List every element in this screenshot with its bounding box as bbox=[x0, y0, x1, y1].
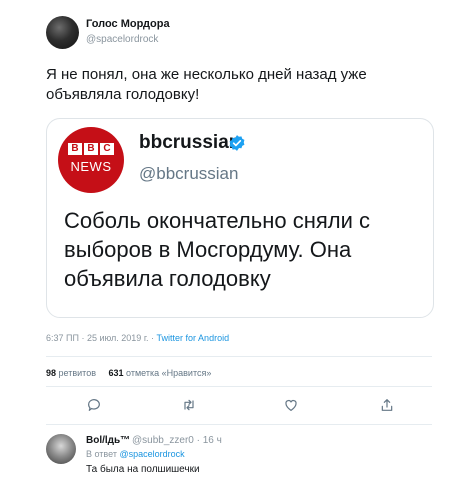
verified-badge-icon bbox=[229, 135, 245, 151]
reply-icon[interactable] bbox=[86, 397, 102, 413]
reply-prefix: В ответ bbox=[86, 449, 117, 459]
bbc-logo-letter: B bbox=[68, 143, 82, 155]
divider bbox=[46, 386, 432, 387]
reply-text: Та была на полшишечки bbox=[86, 464, 200, 475]
bbc-logo-letters: B B C bbox=[68, 143, 114, 155]
retweets-count[interactable]: 98 bbox=[46, 368, 56, 378]
share-icon[interactable] bbox=[379, 397, 395, 413]
reply-in-reply-to: В ответ @spacelordrock bbox=[86, 449, 185, 459]
bbc-logo-letter: B bbox=[84, 143, 98, 155]
meta-separator: · bbox=[151, 333, 155, 343]
quoted-author-handle[interactable]: @bbcrussian bbox=[139, 164, 238, 184]
likes-count[interactable]: 631 bbox=[109, 368, 124, 378]
quoted-tweet-text: Соболь окончательно сняли с выборов в Мо… bbox=[64, 208, 371, 291]
likes-label[interactable]: отметка «Нравится» bbox=[126, 368, 211, 378]
author-name[interactable]: Голос Мордора bbox=[86, 18, 170, 30]
tweet-timestamp[interactable]: 6:37 ПП · 25 июл. 2019 г. bbox=[46, 333, 149, 343]
divider bbox=[46, 356, 432, 357]
bbc-logo-letter: C bbox=[100, 143, 114, 155]
tweet-text: Я не понял, она же несколько дней назад … bbox=[46, 66, 367, 103]
tweet-meta: 6:37 ПП · 25 июл. 2019 г. · Twitter for … bbox=[46, 333, 229, 343]
author-avatar[interactable] bbox=[46, 16, 79, 49]
retweet-icon[interactable] bbox=[181, 397, 197, 413]
retweets-label[interactable]: ретвитов bbox=[59, 368, 96, 378]
bbc-logo-word: NEWS bbox=[70, 159, 112, 174]
quoted-author-name[interactable]: bbcrussian bbox=[139, 132, 240, 154]
author-handle[interactable]: @spacelordrock bbox=[86, 34, 158, 45]
reply-author-handle[interactable]: @subb_zzer0 · 16 ч bbox=[132, 435, 222, 446]
reply-author-name[interactable]: Bol/lдь™ bbox=[86, 435, 130, 446]
tweet-source-app[interactable]: Twitter for Android bbox=[157, 333, 230, 343]
reply-author-avatar[interactable] bbox=[46, 434, 76, 464]
heart-icon[interactable] bbox=[283, 397, 299, 413]
tweet-stats: 98 ретвитов 631 отметка «Нравится» bbox=[46, 368, 211, 378]
divider bbox=[46, 424, 432, 425]
reply-to-handle-link[interactable]: @spacelordrock bbox=[119, 449, 184, 459]
